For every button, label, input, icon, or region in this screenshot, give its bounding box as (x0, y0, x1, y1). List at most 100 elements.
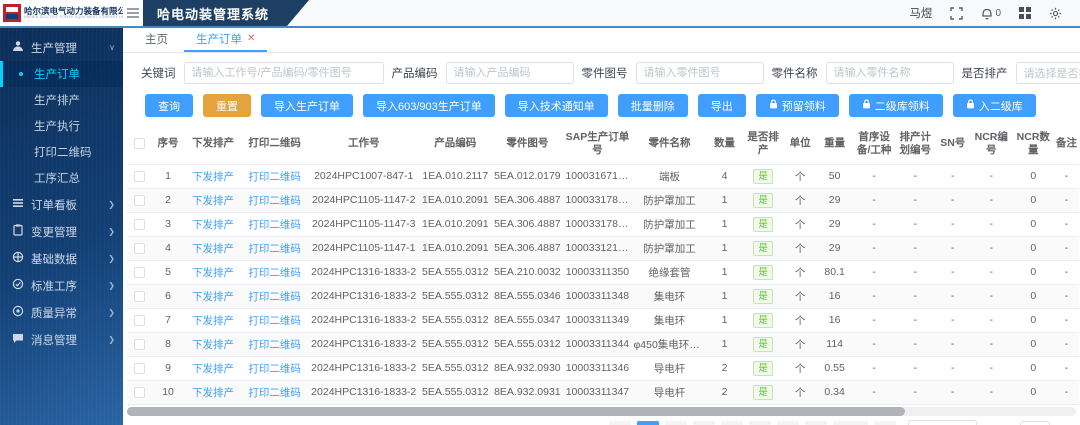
filter-input-0[interactable] (184, 62, 384, 84)
pagination-page-4[interactable]: 4 (721, 421, 743, 425)
username[interactable]: 马煜 (909, 5, 932, 21)
row-checkbox[interactable] (134, 363, 145, 374)
pagination-page-2[interactable]: 2 (665, 421, 687, 425)
settings-gear-icon[interactable] (1049, 7, 1062, 20)
print-qrcode-link[interactable]: 打印二维码 (241, 212, 308, 236)
cell-work_no: 2024HPC1316-1833-2 (308, 332, 419, 356)
sidebar-subitem-label: 打印二维码 (34, 144, 92, 160)
row-checkbox[interactable] (134, 267, 145, 278)
sidebar-subitem-生产订单[interactable]: 生产订单 (0, 61, 123, 87)
button-label: 二级库领料 (875, 98, 930, 114)
row-checkbox[interactable] (134, 195, 145, 206)
action-button-导入生产订单[interactable]: 导入生产订单 (261, 94, 353, 117)
row-checkbox[interactable] (134, 243, 145, 254)
cell-remark: - (1054, 380, 1079, 404)
goto-page-input[interactable] (1020, 421, 1050, 425)
send-schedule-link[interactable]: 下发排产 (185, 284, 241, 308)
action-button-导入技术通知单[interactable]: 导入技术通知单 (505, 94, 608, 117)
action-button-二级库领料[interactable]: 二级库领料 (849, 94, 943, 117)
row-checkbox[interactable] (134, 291, 145, 302)
row-checkbox[interactable] (134, 387, 145, 398)
sidebar-item-0[interactable]: 生产管理∨ (0, 34, 123, 61)
send-schedule-link[interactable]: 下发排产 (185, 188, 241, 212)
cell-first_device: - (854, 236, 895, 260)
cell-plan_no: - (895, 308, 936, 332)
filter-input-3[interactable] (826, 62, 954, 84)
fullscreen-icon[interactable] (950, 7, 963, 20)
horizontal-scrollbar[interactable] (127, 407, 1076, 416)
action-button-入二级库[interactable]: 入二级库 (953, 94, 1036, 117)
sidebar: 生产管理∨生产订单生产排产生产执行打印二维码工序汇总订单看板❯变更管理❯基础数据… (0, 28, 123, 425)
sidebar-item-5[interactable]: 质量异常❯ (0, 299, 123, 326)
cell-ncr_qty: 0 (1013, 164, 1054, 188)
send-schedule-link[interactable]: 下发排产 (185, 164, 241, 188)
horizontal-scrollbar-thumb[interactable] (127, 407, 905, 416)
sidebar-item-3[interactable]: 基础数据❯ (0, 245, 123, 272)
action-button-预留领料[interactable]: 预留领料 (756, 94, 839, 117)
cell-sn_no: - (936, 188, 970, 212)
action-button-查询[interactable]: 查询 (145, 94, 193, 117)
cell-qty: 1 (708, 332, 742, 356)
sidebar-item-2[interactable]: 变更管理❯ (0, 218, 123, 245)
tab-0[interactable]: 主页 (133, 27, 180, 52)
cell-remark: - (1054, 308, 1079, 332)
tab-close-icon[interactable]: ✕ (247, 34, 255, 44)
pagination-page-3[interactable]: 3 (693, 421, 715, 425)
print-qrcode-link[interactable]: 打印二维码 (241, 308, 308, 332)
button-label: 导入技术通知单 (518, 98, 595, 114)
sidebar-item-1[interactable]: 订单看板❯ (0, 191, 123, 218)
action-button-重置[interactable]: 重置 (203, 94, 251, 117)
filter-input-1[interactable] (446, 62, 574, 84)
row-checkbox[interactable] (134, 219, 145, 230)
row-checkbox[interactable] (134, 171, 145, 182)
pagination-page-3699[interactable]: 3699 (833, 421, 867, 425)
send-schedule-link[interactable]: 下发排产 (185, 308, 241, 332)
pagination-next-button[interactable]: › (874, 421, 896, 425)
sidebar-subitem-工序汇总[interactable]: 工序汇总 (0, 165, 123, 191)
cell-sn_no: - (936, 236, 970, 260)
print-qrcode-link[interactable]: 打印二维码 (241, 332, 308, 356)
action-button-批量删除[interactable]: 批量删除 (618, 94, 688, 117)
notification-bell-icon[interactable]: 0 (981, 7, 1001, 20)
send-schedule-link[interactable]: 下发排产 (185, 356, 241, 380)
print-qrcode-link[interactable]: 打印二维码 (241, 380, 308, 404)
tab-1[interactable]: 生产订单✕ (184, 27, 267, 52)
pagination-page-6[interactable]: 6 (777, 421, 799, 425)
pagination-page-5[interactable]: 5 (749, 421, 771, 425)
sidebar-item-4[interactable]: 标准工序❯ (0, 272, 123, 299)
action-button-导入603/903生产订单[interactable]: 导入603/903生产订单 (363, 94, 495, 117)
pagination-page-1[interactable]: 1 (637, 421, 659, 425)
print-qrcode-link[interactable]: 打印二维码 (241, 188, 308, 212)
send-schedule-link[interactable]: 下发排产 (185, 236, 241, 260)
print-qrcode-link[interactable]: 打印二维码 (241, 284, 308, 308)
filter-select-4[interactable]: 请选择是否排产∨ (1016, 62, 1080, 84)
sidebar-subitem-打印二维码[interactable]: 打印二维码 (0, 139, 123, 165)
row-checkbox[interactable] (134, 315, 145, 326)
page-size-select[interactable]: 10条/页∨ (908, 420, 977, 425)
pagination-prev-button[interactable]: ‹ (609, 421, 631, 425)
apps-grid-icon[interactable] (1019, 7, 1031, 19)
send-schedule-link[interactable]: 下发排产 (185, 212, 241, 236)
cell-plan_no: - (895, 164, 936, 188)
filter-input-2[interactable] (636, 62, 764, 84)
print-qrcode-link[interactable]: 打印二维码 (241, 260, 308, 284)
send-schedule-link[interactable]: 下发排产 (185, 260, 241, 284)
sidebar-subitem-生产排产[interactable]: 生产排产 (0, 87, 123, 113)
print-qrcode-link[interactable]: 打印二维码 (241, 356, 308, 380)
sidebar-collapse-icon[interactable] (123, 0, 143, 26)
cell-product_code: 1EA.010.2091 (419, 236, 491, 260)
send-schedule-link[interactable]: 下发排产 (185, 380, 241, 404)
print-qrcode-link[interactable]: 打印二维码 (241, 236, 308, 260)
select-all-checkbox[interactable] (134, 138, 145, 149)
action-button-导出[interactable]: 导出 (698, 94, 746, 117)
cell-product_code: 5EA.555.0312 (419, 260, 491, 284)
row-checkbox[interactable] (134, 339, 145, 350)
pagination-ellipsis[interactable]: ••• (805, 421, 827, 425)
sidebar-subitem-生产执行[interactable]: 生产执行 (0, 113, 123, 139)
cell-qty: 1 (708, 188, 742, 212)
sidebar-item-6[interactable]: 消息管理❯ (0, 326, 123, 353)
send-schedule-link[interactable]: 下发排产 (185, 332, 241, 356)
cell-product_code: 5EA.555.0312 (419, 380, 491, 404)
scheduled-badge: 是 (753, 169, 773, 184)
print-qrcode-link[interactable]: 打印二维码 (241, 164, 308, 188)
